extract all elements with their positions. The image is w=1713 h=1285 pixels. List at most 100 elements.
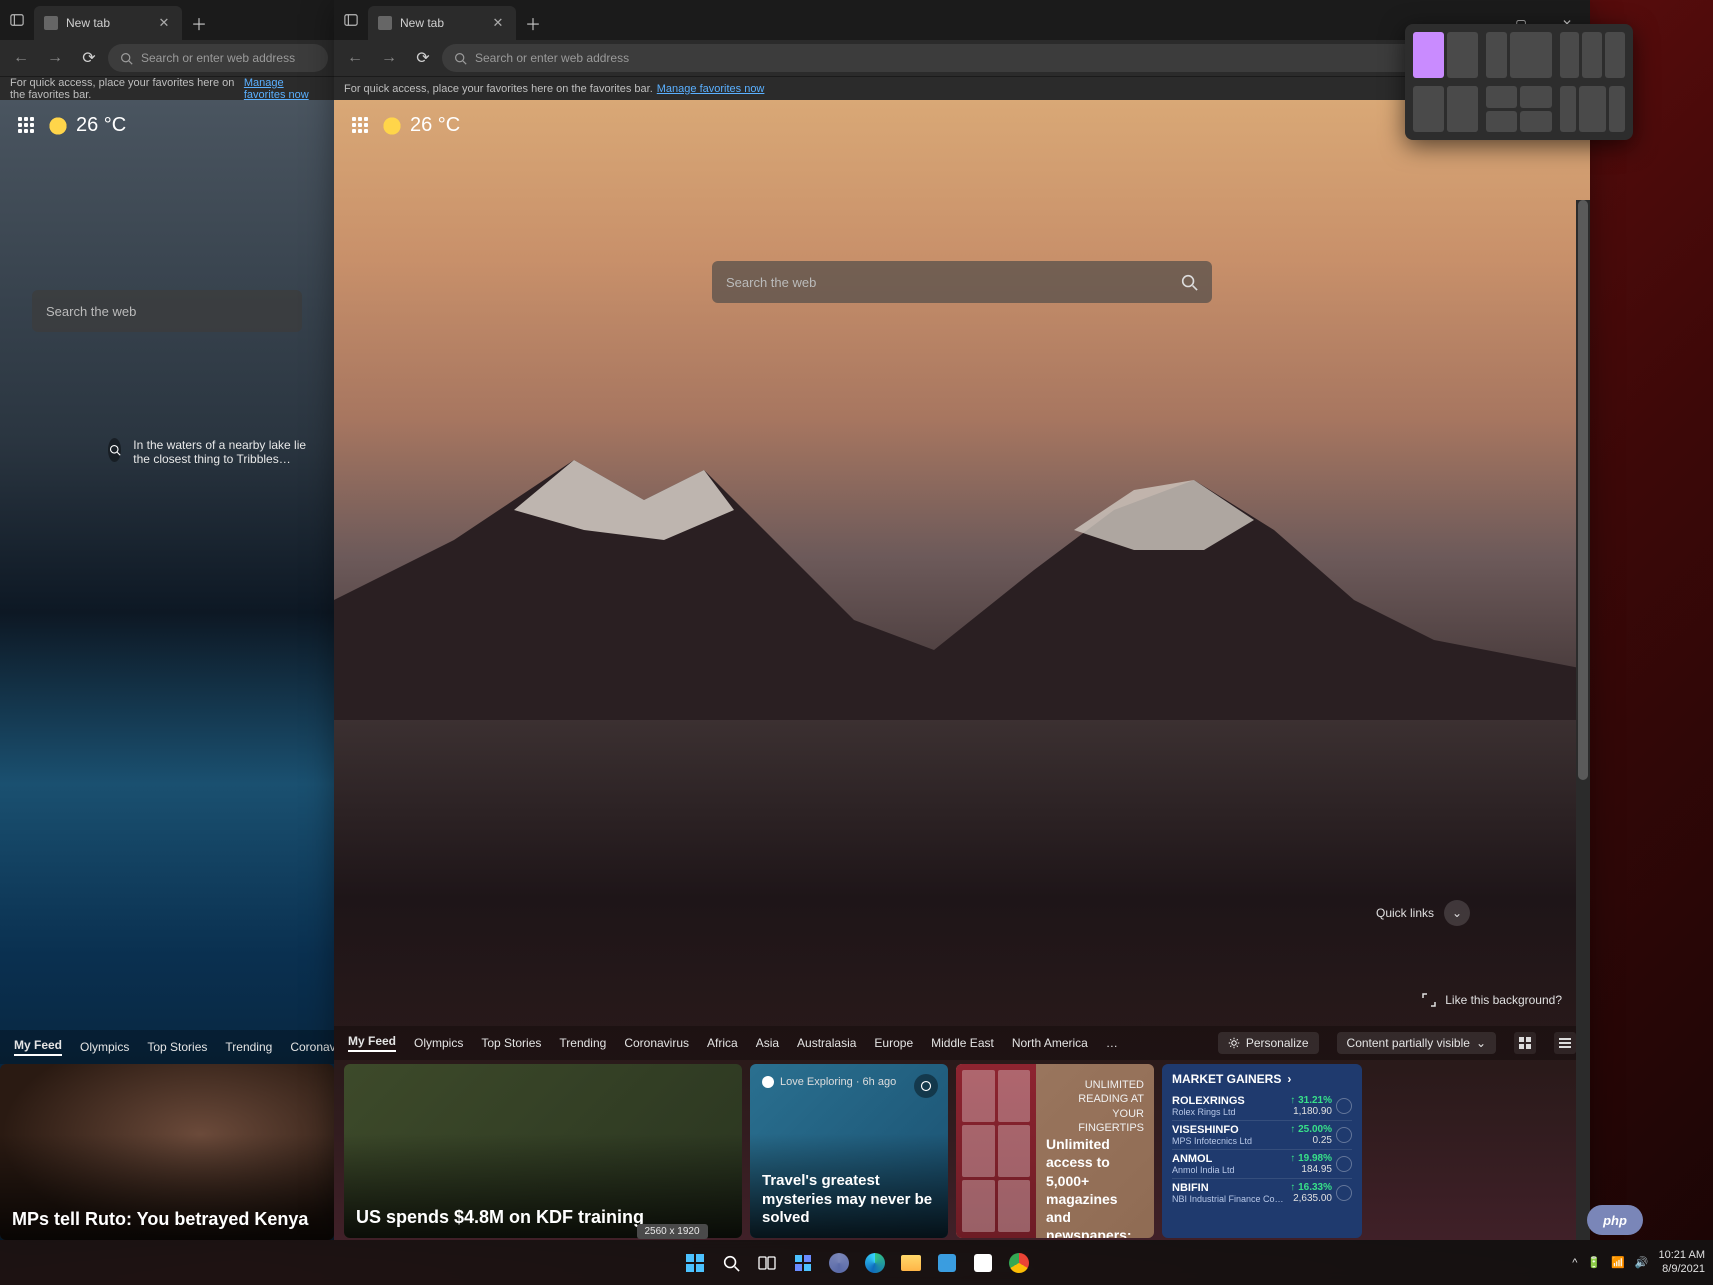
news-card[interactable]: MPs tell Ruto: You betrayed Kenya [0,1064,334,1240]
add-stock-icon[interactable] [1336,1127,1352,1143]
add-stock-icon[interactable] [1336,1156,1352,1172]
visibility-label: Content partially visible [1347,1036,1470,1050]
quick-links-toggle[interactable]: Quick links ⌄ [1376,900,1470,926]
web-search-box[interactable] [712,261,1212,303]
feed-tab-myfeed[interactable]: My Feed [14,1038,62,1056]
feed-tab[interactable]: Olympics [80,1040,129,1054]
manage-favorites-link[interactable]: Manage favorites now [244,77,324,101]
clock[interactable]: 10:21 AM 8/9/2021 [1659,1249,1705,1275]
feed-tab[interactable]: Coronavirus [290,1040,334,1054]
vertical-scrollbar[interactable] [1576,200,1590,1240]
edge-icon[interactable] [860,1248,890,1278]
vertical-tabs-button[interactable] [334,0,368,40]
snap-layout-onethird-twothird[interactable] [1486,32,1551,78]
personalize-button[interactable]: Personalize [1218,1032,1319,1054]
reload-button[interactable]: ⟳ [74,43,104,73]
news-card[interactable]: Love Exploring · 6h ago Travel's greates… [750,1064,948,1238]
battery-icon[interactable]: 🔋 [1587,1256,1601,1269]
taskbar-app-icon[interactable] [968,1248,998,1278]
feed-tab[interactable]: Asia [756,1036,779,1050]
snap-layout-wide-center[interactable] [1560,86,1625,132]
weather-widget[interactable]: 26 °C [382,114,460,137]
start-button[interactable] [680,1248,710,1278]
snap-layout-thirds[interactable] [1560,32,1625,78]
widgets-button[interactable] [788,1248,818,1278]
content-visibility-dropdown[interactable]: Content partially visible ⌄ [1337,1032,1496,1054]
search-submit-icon[interactable] [1180,273,1198,291]
stock-symbol: VISESHINFO [1172,1124,1290,1136]
ad-card[interactable]: UNLIMITED READING AT YOUR FINGERTIPS Unl… [956,1064,1154,1238]
new-tab-button[interactable]: ＋ [182,6,216,40]
layout-grid-button[interactable] [1514,1032,1536,1054]
feed-tab[interactable]: Top Stories [147,1040,207,1054]
like-background-link[interactable]: Like this background? [1421,992,1562,1008]
address-bar[interactable]: Search or enter web address [442,44,1458,72]
task-view-button[interactable] [752,1248,782,1278]
address-bar[interactable]: Search or enter web address [108,44,328,72]
like-background-label: Like this background? [1445,993,1562,1007]
feed-tab[interactable]: Trending [225,1040,272,1054]
apps-grid-icon[interactable] [18,117,36,135]
add-stock-icon[interactable] [1336,1185,1352,1201]
feed-tab[interactable]: Coronavirus [624,1036,689,1050]
feed-tab-myfeed[interactable]: My Feed [348,1034,396,1052]
web-search-input[interactable] [46,304,288,319]
tab-favicon [378,16,392,30]
stock-pct: ↑ 19.98% [1290,1153,1332,1164]
snap-layout-quadrant[interactable] [1486,86,1551,132]
quick-links-label: Quick links [1376,906,1434,920]
stock-symbol: ROLEXRINGS [1172,1095,1290,1107]
web-search-box[interactable] [32,290,302,332]
feed-tab[interactable]: Middle East [931,1036,994,1050]
tab-close-button[interactable]: ✕ [156,15,172,31]
manage-favorites-link[interactable]: Manage favorites now [657,83,765,95]
store-icon[interactable] [932,1248,962,1278]
volume-icon[interactable]: 🔊 [1635,1256,1649,1269]
image-caption[interactable]: In the waters of a nearby lake lie the c… [108,438,318,466]
stock-row[interactable]: ANMOLAnmol India Ltd↑ 19.98%184.95 [1172,1149,1352,1178]
feed-tab[interactable]: Top Stories [481,1036,541,1050]
news-card[interactable]: US spends $4.8M on KDF training [344,1064,742,1238]
expand-icon [1421,992,1437,1008]
back-button[interactable]: ← [340,43,370,73]
apps-grid-icon[interactable] [352,117,370,135]
tab-close-button[interactable]: ✕ [490,15,506,31]
reload-button[interactable]: ⟳ [408,43,438,73]
save-card-button[interactable] [914,1074,938,1098]
snap-layout-half-stack[interactable] [1413,86,1478,132]
scrollbar-thumb[interactable] [1578,200,1588,780]
feed-tab[interactable]: Australasia [797,1036,856,1050]
vertical-tabs-button[interactable] [0,0,34,40]
snap-layout-half[interactable] [1413,32,1478,78]
browser-tab[interactable]: New tab ✕ [368,6,516,40]
weather-widget[interactable]: 26 °C [48,114,126,137]
stock-company: Anmol India Ltd [1172,1165,1290,1175]
feed-tab-more[interactable]: … [1106,1036,1118,1050]
feed-tab[interactable]: Olympics [414,1036,463,1050]
market-gainers-card[interactable]: MARKET GAINERS› ROLEXRINGSRolex Rings Lt… [1162,1064,1362,1238]
stock-company: NBI Industrial Finance Co… [1172,1194,1290,1204]
file-explorer-icon[interactable] [896,1248,926,1278]
web-search-input[interactable] [726,275,1180,290]
feed-tab[interactable]: Africa [707,1036,738,1050]
browser-tab[interactable]: New tab ✕ [34,6,182,40]
toolbar: ← → ⟳ Search or enter web address [0,40,334,76]
clock-date: 8/9/2021 [1659,1263,1705,1276]
tray-chevron-up-icon[interactable]: ^ [1572,1257,1577,1269]
layout-list-button[interactable] [1554,1032,1576,1054]
stock-row[interactable]: VISESHINFOMPS Infotecnics Ltd↑ 25.00%0.2… [1172,1120,1352,1149]
stock-row[interactable]: ROLEXRINGSRolex Rings Ltd↑ 31.21%1,180.9… [1172,1092,1352,1120]
search-icon [120,52,133,65]
wifi-icon[interactable]: 📶 [1611,1256,1625,1269]
feed-tab[interactable]: Trending [559,1036,606,1050]
search-button[interactable] [716,1248,746,1278]
feed-tab[interactable]: Europe [874,1036,913,1050]
ad-thumbnails [956,1064,1036,1238]
feed-tab[interactable]: North America [1012,1036,1088,1050]
stock-row[interactable]: NBIFINNBI Industrial Finance Co…↑ 16.33%… [1172,1178,1352,1207]
new-tab-button[interactable]: ＋ [516,6,550,40]
add-stock-icon[interactable] [1336,1098,1352,1114]
back-button[interactable]: ← [6,43,36,73]
taskbar-app-icon[interactable] [824,1248,854,1278]
chrome-icon[interactable] [1004,1248,1034,1278]
